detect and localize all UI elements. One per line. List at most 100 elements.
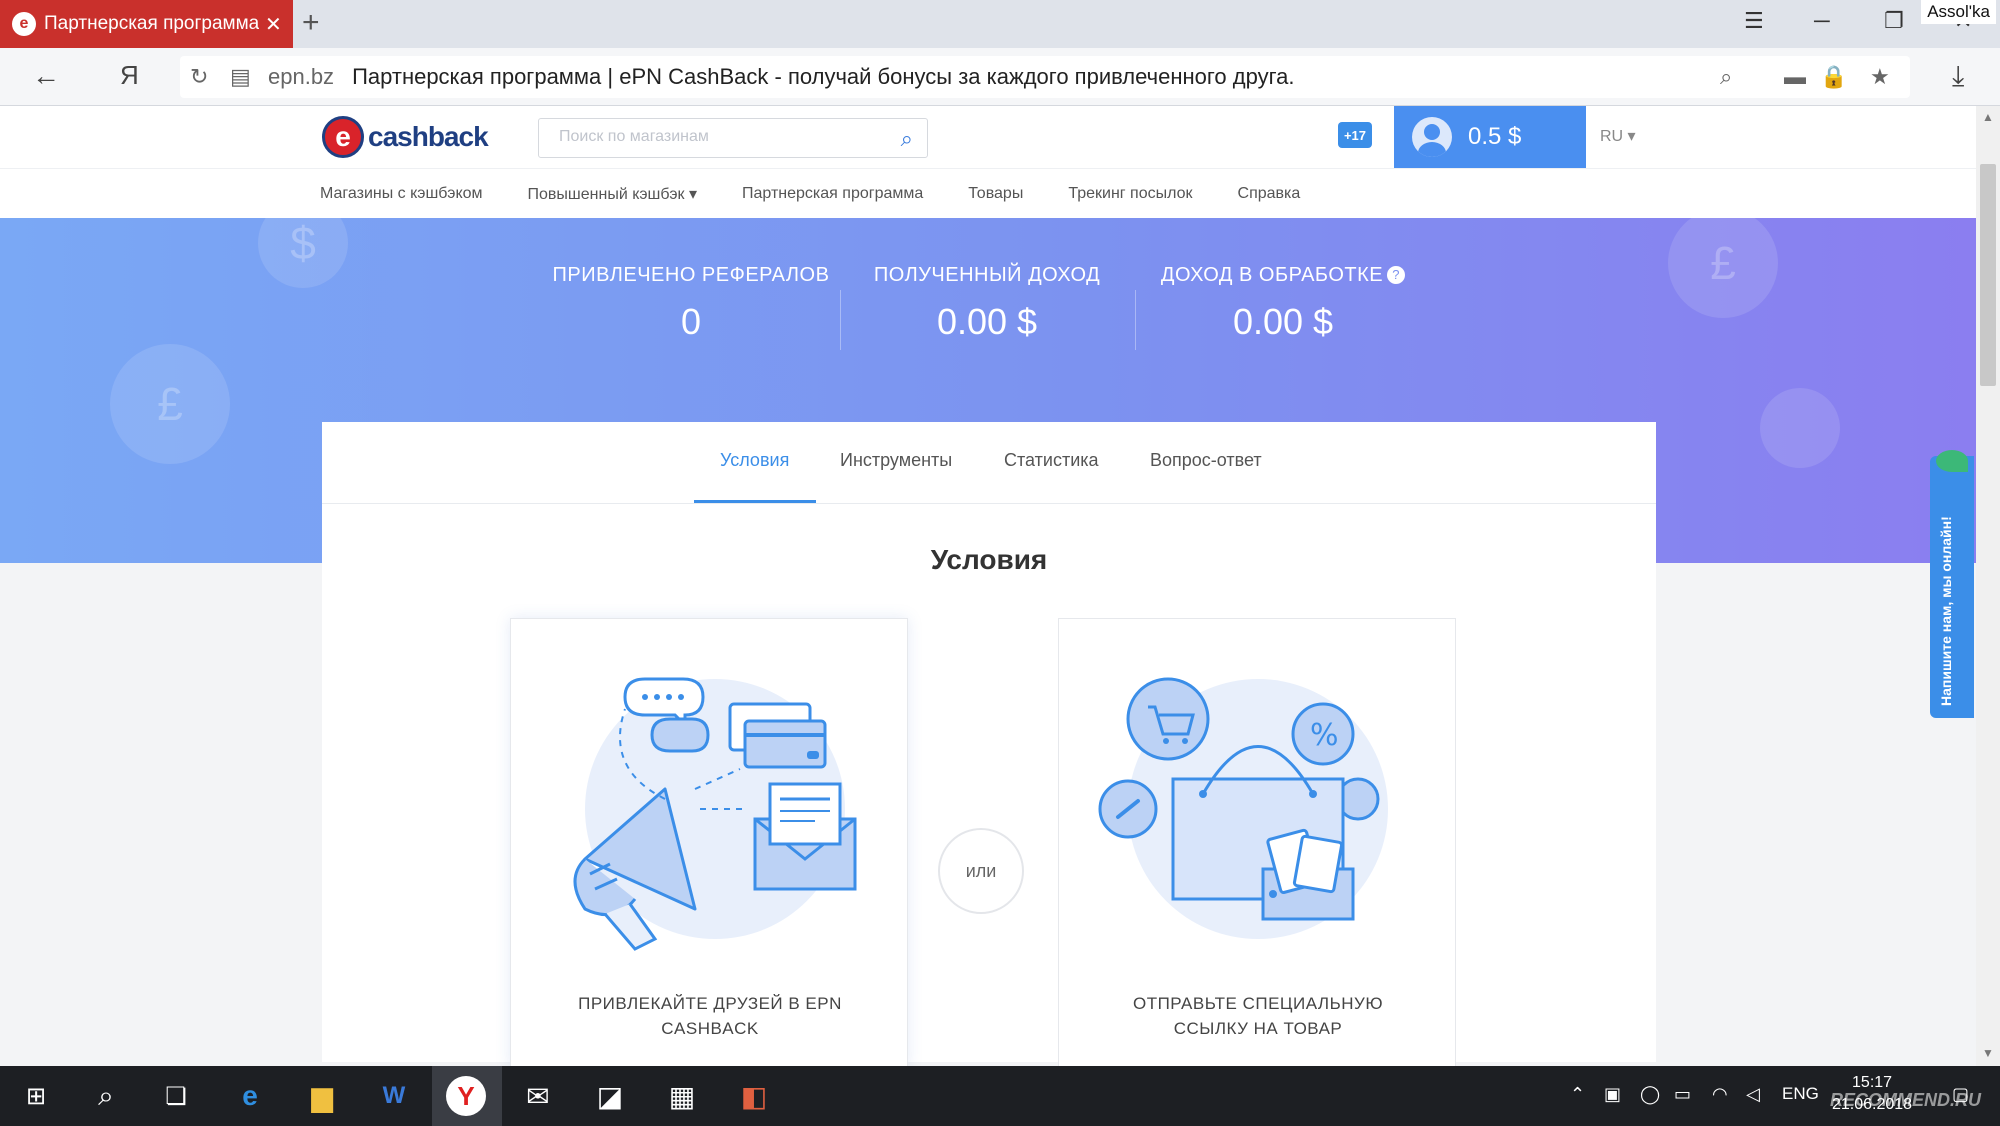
menu-item-stores[interactable]: Магазины с кэшбэком bbox=[320, 185, 483, 203]
browser-menu-icon[interactable]: ☰ bbox=[1744, 8, 1764, 34]
circle-deco bbox=[1760, 388, 1840, 468]
stat-referrals: ПРИВЛЕЧЕНО РЕФЕРАЛОВ 0 bbox=[546, 264, 836, 343]
word-icon[interactable]: W bbox=[374, 1076, 414, 1116]
downloads-icon[interactable]: ⤓ bbox=[1952, 60, 1964, 93]
lock-icon[interactable]: 🔒 bbox=[1820, 64, 1847, 90]
tab-faq[interactable]: Вопрос-ответ bbox=[1150, 450, 1262, 471]
watermark-text: RECOMMEND.RU bbox=[1830, 1090, 1981, 1110]
stat-value: 0 bbox=[680, 301, 702, 342]
input-language[interactable]: ENG bbox=[1782, 1084, 1819, 1104]
option-send-link[interactable]: % ОТПРАВЬТЕ СПЕЦИАЛЬНУЮ ССЫЛКУ НА ТОВАР bbox=[1058, 618, 1456, 1068]
language-value: RU bbox=[1600, 128, 1624, 145]
task-view-icon[interactable]: ❏ bbox=[156, 1076, 196, 1116]
menu-item-help[interactable]: Справка bbox=[1238, 185, 1301, 203]
windows-start-icon[interactable]: ⊞ bbox=[16, 1076, 56, 1116]
menu-item-tracking[interactable]: Трекинг посылок bbox=[1068, 185, 1192, 203]
back-arrow-icon[interactable]: ← bbox=[32, 60, 60, 92]
url-domain: epn.bz bbox=[268, 64, 335, 89]
menu-item-products[interactable]: Товары bbox=[968, 185, 1023, 203]
scroll-thumb[interactable] bbox=[1980, 164, 1996, 386]
edge-browser-icon[interactable]: e bbox=[230, 1076, 270, 1116]
stat-value: 0.00 $ bbox=[1232, 301, 1334, 342]
megaphone-illustration-icon bbox=[573, 677, 857, 951]
stat-label: ДОХОД В ОБРАБОТКЕ? bbox=[1138, 264, 1428, 287]
chat-label: Напишите нам, мы онлайн! bbox=[1938, 516, 1954, 706]
tray-shield-icon[interactable]: ◯ bbox=[1640, 1084, 1660, 1105]
tab-conditions[interactable]: Условия bbox=[720, 450, 789, 471]
pound-deco-icon: £ bbox=[110, 344, 230, 464]
sticky-notes-icon[interactable]: ◪ bbox=[590, 1076, 630, 1116]
page-scrollbar[interactable]: ▲ ▼ bbox=[1976, 106, 2000, 1066]
page-info-icon[interactable]: ▤ bbox=[230, 64, 251, 90]
stat-label: ПОЛУЧЕННЫЙ ДОХОД bbox=[873, 264, 1101, 286]
scroll-down-icon[interactable]: ▼ bbox=[1982, 1046, 1994, 1060]
yandex-browser-icon[interactable]: Y bbox=[446, 1076, 486, 1116]
user-label: Assol'ka bbox=[1921, 0, 1996, 24]
presentation-app-icon[interactable]: ◧ bbox=[734, 1076, 774, 1116]
conditions-card: Условия Инструменты Статистика Вопрос-от… bbox=[322, 422, 1656, 1068]
browser-tab-active[interactable]: e Партнерская программа ✕ bbox=[0, 0, 293, 48]
notifications-badge[interactable]: +17 bbox=[1338, 122, 1372, 148]
chat-online-icon bbox=[1936, 450, 1968, 472]
yandex-button[interactable]: Я bbox=[120, 60, 139, 91]
scroll-up-icon[interactable]: ▲ bbox=[1982, 110, 1994, 124]
menu-item-affiliate[interactable]: Партнерская программа bbox=[742, 185, 923, 203]
language-select[interactable]: RU ▾ bbox=[1600, 126, 1636, 146]
epn-favicon-icon: e bbox=[12, 12, 36, 36]
active-tab-indicator bbox=[694, 500, 816, 503]
calculator-icon[interactable]: ▦ bbox=[662, 1076, 702, 1116]
balance-value: 0.5 $ bbox=[1468, 123, 1522, 150]
stat-pending: ДОХОД В ОБРАБОТКЕ? 0.00 $ bbox=[1138, 264, 1428, 343]
url-page-title: Партнерская программа | ePN CashBack - п… bbox=[352, 64, 1295, 89]
option-invite-text: ПРИВЛЕКАЙТЕ ДРУЗЕЙ В EPN CASHBACK bbox=[578, 994, 842, 1038]
tray-expand-icon[interactable]: ⌃ bbox=[1570, 1084, 1585, 1105]
help-icon[interactable]: ? bbox=[1387, 265, 1406, 284]
stat-divider bbox=[840, 290, 841, 350]
battery-icon[interactable]: ▭ bbox=[1674, 1084, 1691, 1105]
windows-taskbar: ⊞ ⌕ ❏ e ▆ W Y ✉ ◪ ▦ ◧ ⌃ ▣ ◯ ▭ ◠ ◁ ENG 15… bbox=[0, 1066, 2000, 1126]
stat-divider bbox=[1135, 290, 1136, 350]
reader-icon[interactable]: ▬ bbox=[1784, 64, 1806, 90]
bookmark-star-icon[interactable]: ★ bbox=[1870, 64, 1890, 90]
stat-income: ПОЛУЧЕННЫЙ ДОХОД 0.00 $ bbox=[842, 264, 1132, 343]
wifi-icon[interactable]: ◠ bbox=[1712, 1084, 1728, 1105]
address-bar: ← Я ↻ ▤ epn.bz Партнерская программа | e… bbox=[0, 48, 2000, 106]
file-explorer-icon[interactable]: ▆ bbox=[302, 1076, 342, 1116]
pound-deco-icon-2: £ bbox=[1668, 218, 1778, 318]
search-input[interactable] bbox=[559, 119, 889, 155]
tray-app-icon[interactable]: ▣ bbox=[1604, 1084, 1621, 1105]
stat-label-text: ДОХОД В ОБРАБОТКЕ bbox=[1160, 264, 1384, 286]
option-invite-friends[interactable]: ПРИВЛЕКАЙТЕ ДРУЗЕЙ В EPN CASHBACK bbox=[510, 618, 908, 1068]
volume-icon[interactable]: ◁ bbox=[1746, 1084, 1760, 1105]
section-title: Условия bbox=[930, 544, 1048, 575]
store-search: ⌕ bbox=[538, 118, 928, 158]
option-link-text: ОТПРАВЬТЕ СПЕЦИАЛЬНУЮ ССЫЛКУ НА ТОВАР bbox=[1132, 994, 1383, 1038]
account-balance-button[interactable]: 0.5 $ bbox=[1394, 106, 1586, 168]
main-menu: Магазины с кэшбэком Повышенный кэшбэк ▾ … bbox=[0, 168, 1976, 218]
search-icon[interactable]: ⌕ bbox=[901, 126, 913, 152]
restore-icon[interactable]: ❐ bbox=[1884, 8, 1904, 34]
taskbar-search-icon[interactable]: ⌕ bbox=[86, 1076, 126, 1116]
epn-logo[interactable]: e cashback bbox=[322, 116, 489, 158]
tab-tools[interactable]: Инструменты bbox=[840, 450, 952, 471]
close-tab-icon[interactable]: ✕ bbox=[265, 12, 282, 37]
stat-value: 0.00 $ bbox=[936, 301, 1038, 342]
tab-title: Партнерская программа bbox=[44, 13, 259, 34]
avatar bbox=[1412, 117, 1452, 157]
chat-widget[interactable]: Напишите нам, мы онлайн! bbox=[1930, 450, 1974, 718]
svg-text:%: % bbox=[1310, 718, 1339, 753]
tab-statistics[interactable]: Статистика bbox=[1004, 450, 1099, 471]
logo-mark-icon: e bbox=[322, 116, 364, 158]
search-page-icon[interactable]: ⌕ bbox=[1720, 64, 1732, 90]
menu-item-increased-cashback[interactable]: Повышенный кэшбэк ▾ bbox=[528, 184, 698, 204]
minimize-icon[interactable]: ─ bbox=[1814, 8, 1830, 34]
logo-text: cashback bbox=[368, 121, 489, 152]
mail-icon[interactable]: ✉ bbox=[518, 1076, 558, 1116]
reload-icon[interactable]: ↻ bbox=[190, 64, 208, 90]
url-field[interactable]: ↻ ▤ epn.bz Партнерская программа | ePN C… bbox=[180, 56, 1910, 98]
new-tab-button[interactable]: + bbox=[302, 6, 320, 40]
site-header: e cashback ⌕ +17 0.5 $ RU ▾ bbox=[0, 106, 1976, 168]
or-divider: или bbox=[938, 828, 1024, 914]
stat-label: ПРИВЛЕЧЕНО РЕФЕРАЛОВ bbox=[552, 264, 830, 286]
browser-tabbar: e Партнерская программа ✕ + ☰ ─ ❐ ✕ Asso… bbox=[0, 0, 2000, 48]
